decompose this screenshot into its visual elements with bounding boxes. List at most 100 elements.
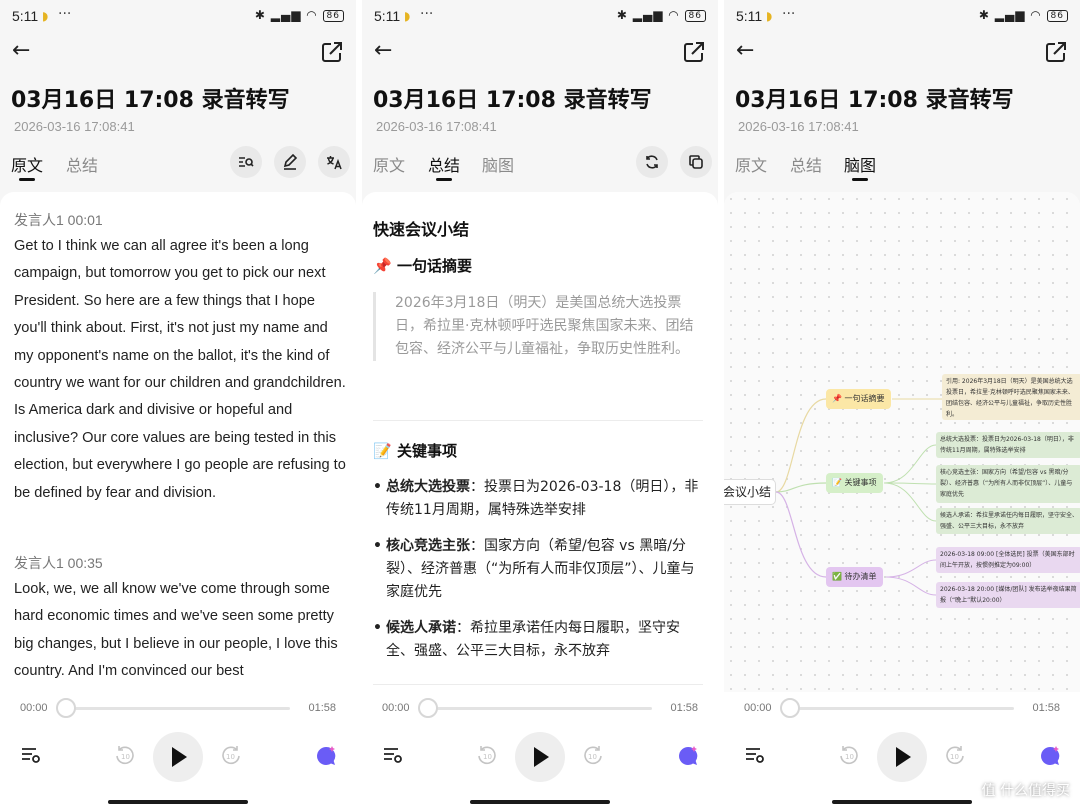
copy-button[interactable] — [680, 146, 712, 178]
mindmap-branch-todo[interactable]: ✅ 待办清单 — [826, 567, 883, 587]
home-indicator[interactable] — [108, 800, 248, 804]
connector-line — [775, 398, 827, 493]
mindmap-leaf[interactable]: 总统大选投票：投票日为2026-03-18（明日），非传统11月周期，属特殊选举… — [936, 432, 1080, 458]
transcript-paragraph: Look, we, we all know we've come through… — [14, 581, 338, 680]
share-icon[interactable] — [682, 40, 706, 64]
rewind-10-icon[interactable]: 10 — [838, 744, 860, 766]
rewind-10-icon[interactable]: 10 — [476, 744, 498, 766]
ai-assistant-icon[interactable] — [676, 744, 700, 768]
status-bar: 5:11 ◗ ··· ✱ ▂▄▆ ◠ 86 — [374, 6, 706, 28]
share-icon[interactable] — [1044, 40, 1068, 64]
more-notifications-icon: ··· — [420, 6, 434, 22]
forward-10-icon[interactable]: 10 — [944, 744, 966, 766]
mindmap-root-node[interactable]: 会议小结 — [724, 479, 776, 505]
speaker-label: 发言人1 00:35 — [14, 555, 103, 571]
record-datetime: 2026-03-16 17:08:41 — [738, 119, 859, 134]
tab-mindmap[interactable]: 脑图 — [844, 152, 876, 181]
tab-original[interactable]: 原文 — [373, 152, 405, 176]
play-button[interactable] — [515, 732, 565, 782]
current-time: 00:00 — [20, 702, 48, 714]
mindmap-leaf[interactable]: 核心竞选主张：国家方向（希望/包容 vs 黑暗/分裂）、经济普惠（“为所有人而非… — [936, 465, 1080, 503]
total-time: 01:58 — [670, 702, 698, 714]
connector-line — [885, 559, 937, 578]
pushpin-icon: 📌 — [373, 257, 392, 275]
playlist-settings-icon[interactable] — [20, 744, 42, 766]
home-indicator[interactable] — [832, 800, 972, 804]
mindmap-branch-one-line[interactable]: 📌 一句话摘要 — [826, 389, 891, 409]
section-divider — [373, 420, 703, 421]
battery-icon: 86 — [1046, 9, 1068, 22]
play-button[interactable] — [153, 732, 203, 782]
page-title: 03月16日 17:08 录音转写 — [11, 88, 290, 113]
watermark: 值 什么值得买 — [981, 783, 1070, 799]
connector-line — [883, 482, 937, 522]
key-item: 总统大选投票：投票日为2026-03-18（明日），非传统11月周期，属特殊选举… — [373, 476, 707, 522]
share-icon[interactable] — [320, 40, 344, 64]
memo-icon: 📝 — [373, 442, 392, 460]
forward-10-icon[interactable]: 10 — [220, 744, 242, 766]
edit-button[interactable] — [274, 146, 306, 178]
total-time: 01:58 — [308, 702, 336, 714]
mindmap-leaf[interactable]: 2026-03-18 20:00 [媒体/团队] 发布选举夜结果简报（“晚上”默… — [936, 582, 1080, 608]
translate-button[interactable] — [318, 146, 350, 178]
key-items-heading: 📝 关键事项 — [373, 440, 457, 461]
back-icon[interactable]: ← — [374, 40, 398, 64]
tab-summary[interactable]: 总结 — [428, 152, 460, 181]
screen-transcript: 5:11 ◗ ··· ✱ ▂▄▆ ◠ 86 ← 03月16日 17:08 录音转… — [0, 0, 356, 810]
tab-mindmap[interactable]: 脑图 — [482, 152, 514, 176]
tab-original[interactable]: 原文 — [735, 152, 767, 176]
connector-line — [883, 444, 937, 484]
page-title: 03月16日 17:08 录音转写 — [373, 88, 652, 113]
mindmap-leaf[interactable]: 候选人承诺：希拉里承诺任内每日履职，坚守安全、强盛、公平三大目标，永不放弃 — [936, 508, 1080, 534]
status-icons: ✱ ▂▄▆ ◠ 86 — [979, 8, 1068, 22]
tab-original[interactable]: 原文 — [11, 152, 43, 181]
back-icon[interactable]: ← — [12, 40, 36, 64]
progress-track[interactable] — [66, 707, 290, 710]
progress-handle[interactable] — [418, 698, 438, 718]
search-lines-icon — [239, 157, 254, 167]
tab-summary[interactable]: 总结 — [790, 152, 822, 176]
record-datetime: 2026-03-16 17:08:41 — [14, 119, 135, 134]
progress-track[interactable] — [790, 707, 1014, 710]
section-divider — [373, 684, 703, 685]
key-item: 候选人承诺：希拉里承诺任内每日履职，坚守安全、强盛、公平三大目标，永不放弃 — [373, 617, 707, 663]
progress-handle[interactable] — [780, 698, 800, 718]
mindmap-branch-key-items[interactable]: 📝 关键事项 — [826, 473, 883, 493]
current-time: 00:00 — [744, 702, 772, 714]
forward-10-icon[interactable]: 10 — [582, 744, 604, 766]
key-items-title: 关键事项 — [397, 442, 458, 460]
pencil-icon — [283, 154, 298, 170]
playlist-settings-icon[interactable] — [382, 744, 404, 766]
progress-track[interactable] — [428, 707, 652, 710]
summary-panel[interactable]: 快速会议小结 📌 一句话摘要 2026年3月18日（明天）是美国总统大选投票日，希… — [362, 192, 718, 692]
key-item: 核心竞选主张：国家方向（希望/包容 vs 黑暗/分裂）、经济普惠（“为所有人而非… — [373, 535, 707, 604]
regenerate-button[interactable] — [636, 146, 668, 178]
mindmap-leaf[interactable]: 引用: 2026年3月18日（明天）是美国总统大选投票日，希拉里·克林顿呼吁选民… — [942, 374, 1080, 420]
checkmark-icon: ✅ — [832, 572, 845, 581]
one-line-summary-title: 一句话摘要 — [397, 257, 473, 275]
tab-summary[interactable]: 总结 — [66, 152, 98, 176]
svg-text:10: 10 — [483, 753, 492, 761]
ai-assistant-icon[interactable] — [314, 744, 338, 768]
current-time: 00:00 — [382, 702, 410, 714]
pushpin-icon: 📌 — [832, 394, 845, 403]
battery-icon: 86 — [684, 9, 706, 22]
mindmap-leaf[interactable]: 2026-03-18 09:00 [全体选民] 投票（美国东部时间上午开放，按惯… — [936, 547, 1080, 573]
search-text-button[interactable] — [230, 146, 262, 178]
one-line-summary-heading: 📌 一句话摘要 — [373, 255, 472, 276]
status-icons: ✱ ▂▄▆ ◠ 86 — [617, 8, 706, 22]
home-indicator[interactable] — [470, 800, 610, 804]
back-icon[interactable]: ← — [736, 40, 760, 64]
rewind-10-icon[interactable]: 10 — [114, 744, 136, 766]
play-icon — [896, 747, 911, 767]
notification-icon: ◗ — [766, 9, 773, 23]
translate-icon — [327, 156, 342, 170]
progress-handle[interactable] — [56, 698, 76, 718]
ai-assistant-icon[interactable] — [1038, 744, 1062, 768]
more-notifications-icon: ··· — [782, 6, 796, 22]
connector-line — [885, 576, 937, 596]
transcript-panel[interactable]: 发言人1 00:01 Get to I think we can all agr… — [0, 192, 356, 692]
playlist-settings-icon[interactable] — [744, 744, 766, 766]
mindmap-canvas[interactable]: 会议小结 📌 一句话摘要 引用: 2026年3月18日（明天）是美国总统大选投票… — [724, 192, 1080, 692]
play-button[interactable] — [877, 732, 927, 782]
